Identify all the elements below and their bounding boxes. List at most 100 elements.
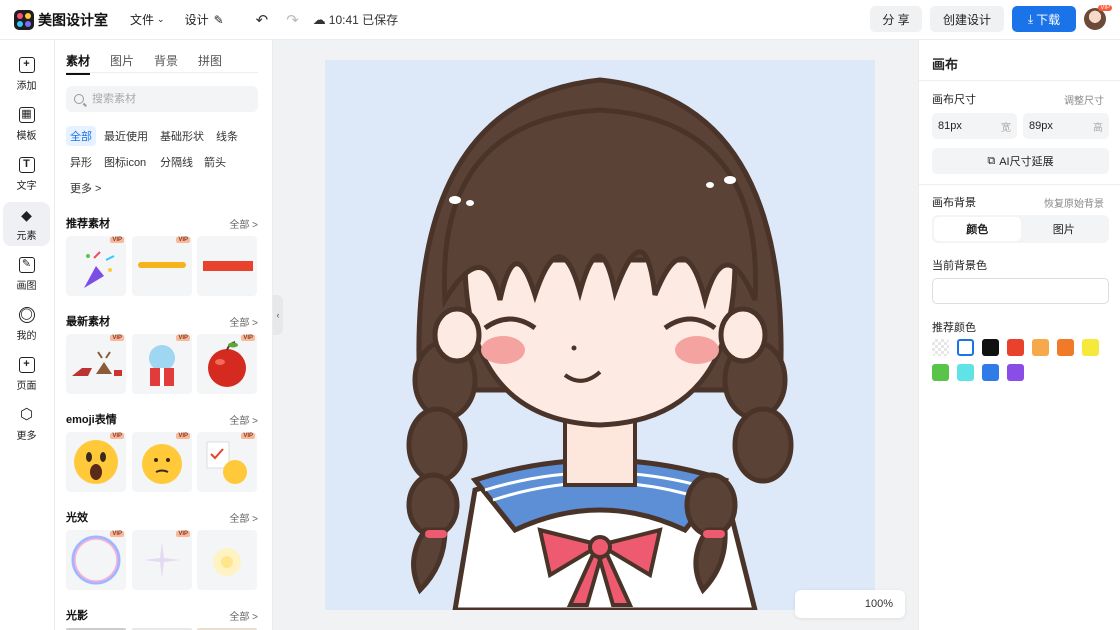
section-all-link[interactable]: 全部 > [229, 412, 258, 427]
thinking-emoji-icon [142, 444, 182, 484]
vip-badge: VIP [176, 335, 190, 341]
app-logo[interactable]: 美图设计室 [14, 9, 108, 30]
material-thumb[interactable]: VIP [66, 236, 126, 296]
vip-badge: VIP [176, 237, 190, 243]
section-title-light-effects: 光效 [66, 512, 88, 524]
material-thumb[interactable]: VIP [132, 236, 192, 296]
zoom-control[interactable]: 100% [795, 590, 905, 618]
chevron-left-icon: ‹ [276, 310, 280, 320]
design-menu[interactable]: 设计 ✎ [185, 11, 224, 28]
edit-icon: ✎ [213, 12, 224, 27]
current-bg-color-field[interactable] [932, 278, 1109, 304]
material-thumb[interactable]: VIP [66, 432, 126, 492]
chip-icons[interactable]: 图标icon [100, 152, 150, 172]
chip-arrows[interactable]: 箭头 [200, 152, 230, 172]
material-thumb[interactable]: VIP [132, 334, 192, 394]
chip-all[interactable]: 全部 [66, 126, 96, 146]
nav-mine[interactable]: ◯ 我的 [3, 302, 50, 346]
recommend-colors-label: 推荐颜色 [932, 322, 976, 334]
panel-title: 画布 [932, 57, 959, 72]
swatch-red[interactable] [1007, 339, 1024, 356]
material-panel: 素材 图片 背景 拼图 全部 最近使用 基础形状 线条 异形 图标icon 分隔… [55, 40, 273, 630]
create-design-button[interactable]: 创建设计 [930, 6, 1004, 32]
nav-label: 更多 [16, 430, 37, 442]
topbar-actions: 分 享 创建设计 ⤓ 下载 VIP [862, 5, 1112, 32]
undo-icon[interactable]: ↶ [256, 11, 269, 29]
vip-badge: VIP [110, 531, 124, 537]
chip-dividers[interactable]: 分隔线 [156, 152, 197, 172]
height-value: 89px [1029, 120, 1053, 132]
vip-badge: VIP [241, 335, 255, 341]
width-field[interactable]: 81px 宽 [932, 113, 1017, 139]
nav-page[interactable]: + 页面 [3, 352, 50, 396]
red-bar-icon [203, 261, 253, 271]
file-menu[interactable]: 文件 ⌄ [130, 11, 165, 28]
search-input[interactable] [92, 93, 242, 105]
material-thumb[interactable] [197, 236, 257, 296]
chip-more[interactable]: 更多 > [66, 178, 105, 198]
cube-icon: ⬡ [19, 406, 34, 423]
resize-link[interactable]: 调整尺寸 [1064, 92, 1104, 107]
section-all-link[interactable]: 全部 > [229, 314, 258, 329]
ai-resize-button[interactable]: ⧉ AI尺寸延展 [932, 148, 1109, 174]
nav-text[interactable]: T 文字 [3, 152, 50, 196]
swatch-purple[interactable] [1007, 364, 1024, 381]
sleigh-icon [72, 351, 122, 376]
download-button[interactable]: ⤓ 下载 [1012, 6, 1076, 32]
tab-color[interactable]: 颜色 [934, 217, 1021, 241]
properties-panel: 画布 画布尺寸 调整尺寸 81px 宽 89px 高 ⧉ AI尺寸延展 画布背景… [918, 40, 1120, 630]
tab-image[interactable]: 图片 [1021, 217, 1108, 241]
chip-basic-shapes[interactable]: 基础形状 [156, 126, 208, 146]
nav-label: 画图 [16, 280, 37, 292]
nav-label: 模板 [16, 130, 37, 142]
material-thumb[interactable]: VIP [132, 432, 192, 492]
swatch-blue[interactable] [982, 364, 999, 381]
collapse-panel-handle[interactable]: ‹ [273, 295, 283, 335]
swatch-yellow[interactable] [1082, 339, 1099, 356]
avatar-vip-badge: VIP [1098, 5, 1112, 11]
section-title-recommended: 推荐素材 [66, 218, 110, 230]
material-thumb[interactable]: VIP [197, 334, 257, 394]
material-thumb[interactable]: VIP [197, 432, 257, 492]
design-menu-label: 设计 [184, 13, 209, 27]
section-title-light-shadow: 光影 [66, 610, 88, 622]
search-box[interactable] [66, 86, 258, 112]
artboard[interactable] [325, 60, 875, 610]
nav-elements[interactable]: ◆ 元素 [3, 202, 50, 246]
redo-icon[interactable]: ↷ [286, 11, 299, 29]
share-button[interactable]: 分 享 [870, 6, 922, 32]
section-all-link[interactable]: 全部 > [229, 608, 258, 623]
swatch-green[interactable] [932, 364, 949, 381]
material-thumb[interactable]: VIP [132, 530, 192, 590]
bg-type-toggle: 颜色 图片 [932, 215, 1109, 243]
chip-lines[interactable]: 线条 [212, 126, 242, 146]
divider [919, 184, 1120, 185]
canvas-workspace: ‹ 100% [273, 40, 918, 630]
add-icon: + [18, 56, 35, 73]
swatch-light-orange[interactable] [1032, 339, 1049, 356]
swatch-black[interactable] [982, 339, 999, 356]
swatch-transparent[interactable] [932, 339, 949, 356]
nav-draw[interactable]: ✎ 画图 [3, 252, 50, 296]
nav-template[interactable]: ▦ 模板 [3, 102, 50, 146]
swatch-orange[interactable] [1057, 339, 1074, 356]
height-unit: 高 [1093, 122, 1103, 134]
avatar[interactable]: VIP [1084, 5, 1112, 30]
nav-add[interactable]: + 添加 [3, 52, 50, 96]
height-field[interactable]: 89px 高 [1023, 113, 1109, 139]
section-all-link[interactable]: 全部 > [229, 510, 258, 525]
material-thumb[interactable] [197, 530, 257, 590]
swatch-white[interactable] [957, 339, 974, 356]
material-thumb[interactable]: VIP [66, 334, 126, 394]
nav-more[interactable]: ⬡ 更多 [3, 402, 50, 446]
swatch-cyan[interactable] [957, 364, 974, 381]
material-thumb[interactable]: VIP [66, 530, 126, 590]
chip-recent[interactable]: 最近使用 [100, 126, 152, 146]
page-icon: + [18, 356, 35, 373]
chip-irregular[interactable]: 异形 [66, 152, 96, 172]
section-all-link[interactable]: 全部 > [229, 216, 258, 231]
width-value: 81px [938, 120, 962, 132]
vip-badge: VIP [110, 237, 124, 243]
restore-bg-link[interactable]: 恢复原始背景 [1044, 195, 1104, 210]
anime-girl-illustration [406, 77, 794, 610]
